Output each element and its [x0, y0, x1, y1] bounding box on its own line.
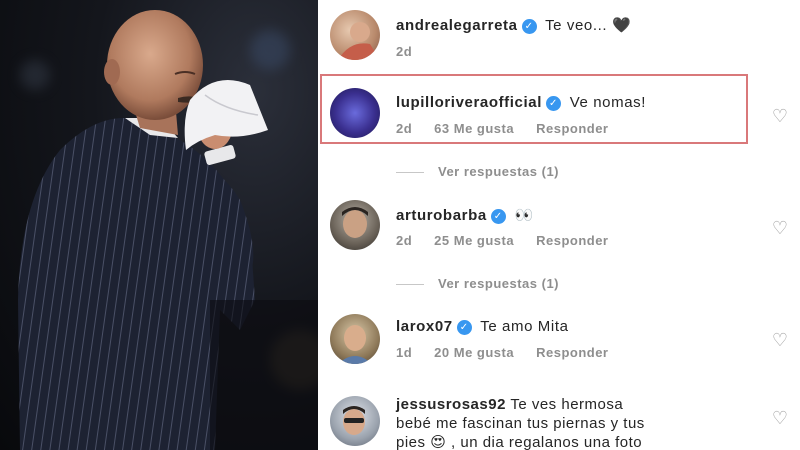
avatar[interactable] — [330, 314, 380, 364]
verified-badge-icon: ✓ — [521, 19, 537, 34]
comment-line: andrealegarreta ✓ Te veo... 🖤 — [396, 16, 631, 34]
comment-emoji: 🖤 — [611, 17, 632, 34]
comment-age[interactable]: 2d — [396, 233, 412, 248]
comment-likes[interactable]: 25 Me gusta — [434, 233, 514, 248]
verified-badge-icon: ✓ — [545, 96, 561, 111]
comments-panel: andrealegarreta ✓ Te veo... 🖤 2d lupillor… — [318, 0, 800, 450]
view-replies-label: Ver respuestas (1) — [438, 276, 560, 291]
comment-line: larox07 ✓ Te amo Mita — [396, 318, 569, 335]
comment-age[interactable]: 2d — [396, 121, 412, 136]
comment-meta: 1d 20 Me gusta Responder — [396, 345, 631, 360]
comment-likes[interactable]: 20 Me gusta — [434, 345, 514, 360]
avatar[interactable] — [330, 10, 380, 60]
comment-line: arturobarba ✓ 👀 — [396, 206, 534, 224]
verified-badge-icon: ✓ — [456, 320, 472, 335]
comment-line: jessusrosas92 Te ves hermosa bebé me fas… — [396, 395, 736, 450]
heart-outline-icon[interactable]: ♡ — [770, 219, 790, 237]
avatar[interactable] — [330, 396, 380, 446]
comment-text: Te ves hermosa — [510, 396, 624, 413]
avatar[interactable] — [330, 200, 380, 250]
comment-age[interactable]: 1d — [396, 345, 412, 360]
comment-text: bebé me fascinan tus piernas y tus — [396, 415, 645, 432]
view-replies-link[interactable]: Ver respuestas (1) — [396, 276, 559, 291]
reply-button[interactable]: Responder — [536, 233, 608, 248]
comment-text: Ve nomas! — [569, 94, 647, 111]
heart-outline-icon[interactable]: ♡ — [770, 331, 790, 349]
photo-panel — [0, 0, 318, 450]
comment-username[interactable]: larox07 — [396, 318, 453, 335]
comment-text: , un dia regalanos una foto — [451, 434, 643, 450]
reply-button[interactable]: Responder — [536, 121, 608, 136]
divider — [396, 172, 424, 174]
comment-username[interactable]: jessusrosas92 — [396, 396, 506, 413]
divider — [396, 284, 424, 286]
comment-meta: 2d — [396, 44, 434, 59]
comment-likes[interactable]: 63 Me gusta — [434, 121, 514, 136]
man-wiping-face-photo — [18, 10, 318, 450]
reply-button[interactable]: Responder — [536, 345, 608, 360]
avatar-photo — [343, 406, 365, 435]
comment-username[interactable]: andrealegarreta — [396, 17, 518, 34]
avatar-photo — [338, 22, 380, 60]
avatar-photo — [342, 207, 368, 238]
comment-text: pies — [396, 434, 426, 450]
comment-username[interactable]: arturobarba — [396, 207, 487, 224]
comment-text: Te amo Mita — [480, 318, 569, 335]
avatar-photo — [338, 325, 372, 364]
comment-line: lupilloriveraofficial ✓ Ve nomas! — [396, 94, 646, 111]
view-replies-link[interactable]: Ver respuestas (1) — [396, 164, 559, 179]
comment-meta: 2d 63 Me gusta Responder — [396, 121, 631, 136]
view-replies-label: Ver respuestas (1) — [438, 164, 560, 179]
comment-username[interactable]: lupilloriveraofficial — [396, 94, 542, 111]
heart-outline-icon[interactable]: ♡ — [770, 107, 790, 125]
comment-emoji: 😍 — [430, 434, 447, 450]
comment-text: Te veo... — [545, 17, 608, 34]
avatar[interactable] — [330, 88, 380, 138]
comment-emoji: 👀 — [514, 207, 534, 224]
verified-badge-icon: ✓ — [490, 209, 506, 224]
heart-outline-icon[interactable]: ♡ — [770, 409, 790, 427]
comment-meta: 2d 25 Me gusta Responder — [396, 233, 631, 248]
comment-age[interactable]: 2d — [396, 44, 412, 59]
